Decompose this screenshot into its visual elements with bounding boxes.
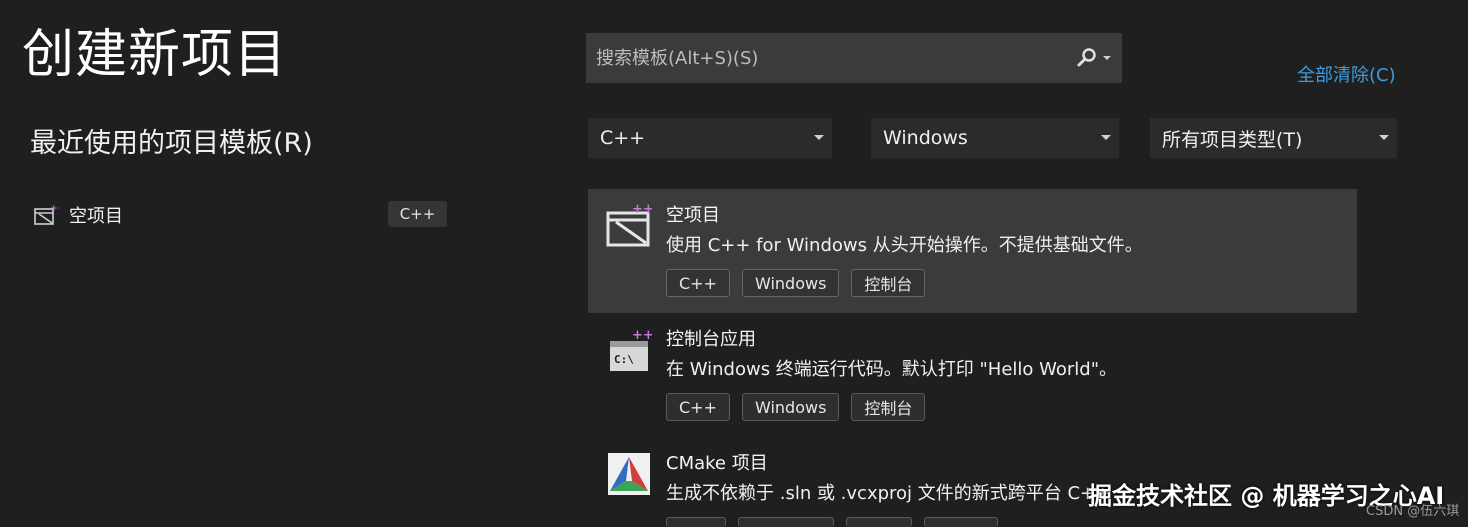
template-tag: 控制台 (851, 269, 926, 297)
language-filter-value: C++ (600, 127, 646, 149)
empty-project-icon: ++ (606, 203, 652, 247)
chevron-down-icon (1101, 135, 1111, 140)
template-tag: C++ (666, 269, 730, 297)
template-description: 生成不依赖于 .sln 或 .vcxproj 文件的新式跨平台 C++ (666, 483, 1111, 504)
template-tag (666, 517, 726, 527)
template-tag: 控制台 (851, 393, 926, 421)
clear-all-link[interactable]: 全部清除(C) (1297, 61, 1396, 87)
template-tags: C++ Windows 控制台 (666, 269, 926, 297)
template-description: 使用 C++ for Windows 从头开始操作。不提供基础文件。 (666, 235, 1143, 256)
project-type-filter-dropdown[interactable]: 所有项目类型(T) (1150, 118, 1397, 158)
template-tag (738, 517, 834, 527)
template-tag: Windows (741, 269, 840, 297)
template-title: 控制台应用 (666, 329, 756, 350)
chevron-down-icon (814, 135, 824, 140)
svg-text:++: ++ (632, 203, 652, 217)
page-title: 创建新项目 (22, 25, 288, 85)
template-tag: C++ (666, 393, 730, 421)
chevron-down-icon (1379, 135, 1389, 140)
platform-filter-dropdown[interactable]: Windows (871, 118, 1119, 158)
project-type-filter-value: 所有项目类型(T) (1162, 128, 1303, 151)
search-options[interactable] (1076, 47, 1112, 69)
template-empty-project[interactable]: ++ 空项目 使用 C++ for Windows 从头开始操作。不提供基础文件… (588, 189, 1357, 313)
console-app-icon: C:\ ++ (610, 328, 652, 371)
svg-text:C:\: C:\ (614, 353, 634, 366)
template-tag: Windows (741, 393, 840, 421)
template-search-box[interactable] (586, 33, 1122, 83)
template-tags: C++ Windows 控制台 (666, 393, 926, 421)
csdn-watermark: CSDN @伍六琪 (1366, 504, 1460, 519)
chevron-down-icon (1103, 56, 1111, 60)
recent-template-item[interactable]: ++ 空项目 C++ (33, 199, 448, 231)
search-icon (1077, 48, 1096, 67)
recent-item-tag: C++ (388, 201, 447, 227)
search-input[interactable] (594, 46, 1068, 70)
template-title: CMake 项目 (666, 453, 768, 474)
svg-text:++: ++ (50, 204, 59, 214)
template-description: 在 Windows 终端运行代码。默认打印 "Hello World"。 (666, 359, 1118, 380)
svg-text:++: ++ (632, 328, 652, 343)
template-console-app[interactable]: C:\ ++ 控制台应用 在 Windows 终端运行代码。默认打印 "Hell… (588, 313, 1357, 437)
template-tags (666, 517, 998, 527)
platform-filter-value: Windows (883, 127, 968, 149)
template-tag (924, 517, 998, 527)
language-filter-dropdown[interactable]: C++ (588, 118, 832, 158)
template-title: 空项目 (666, 205, 720, 226)
recent-templates-heading: 最近使用的项目模板(R) (30, 128, 313, 159)
cmake-icon (608, 453, 650, 495)
recent-item-label: 空项目 (69, 206, 123, 227)
empty-project-icon: ++ (34, 204, 59, 225)
template-tag (846, 517, 912, 527)
